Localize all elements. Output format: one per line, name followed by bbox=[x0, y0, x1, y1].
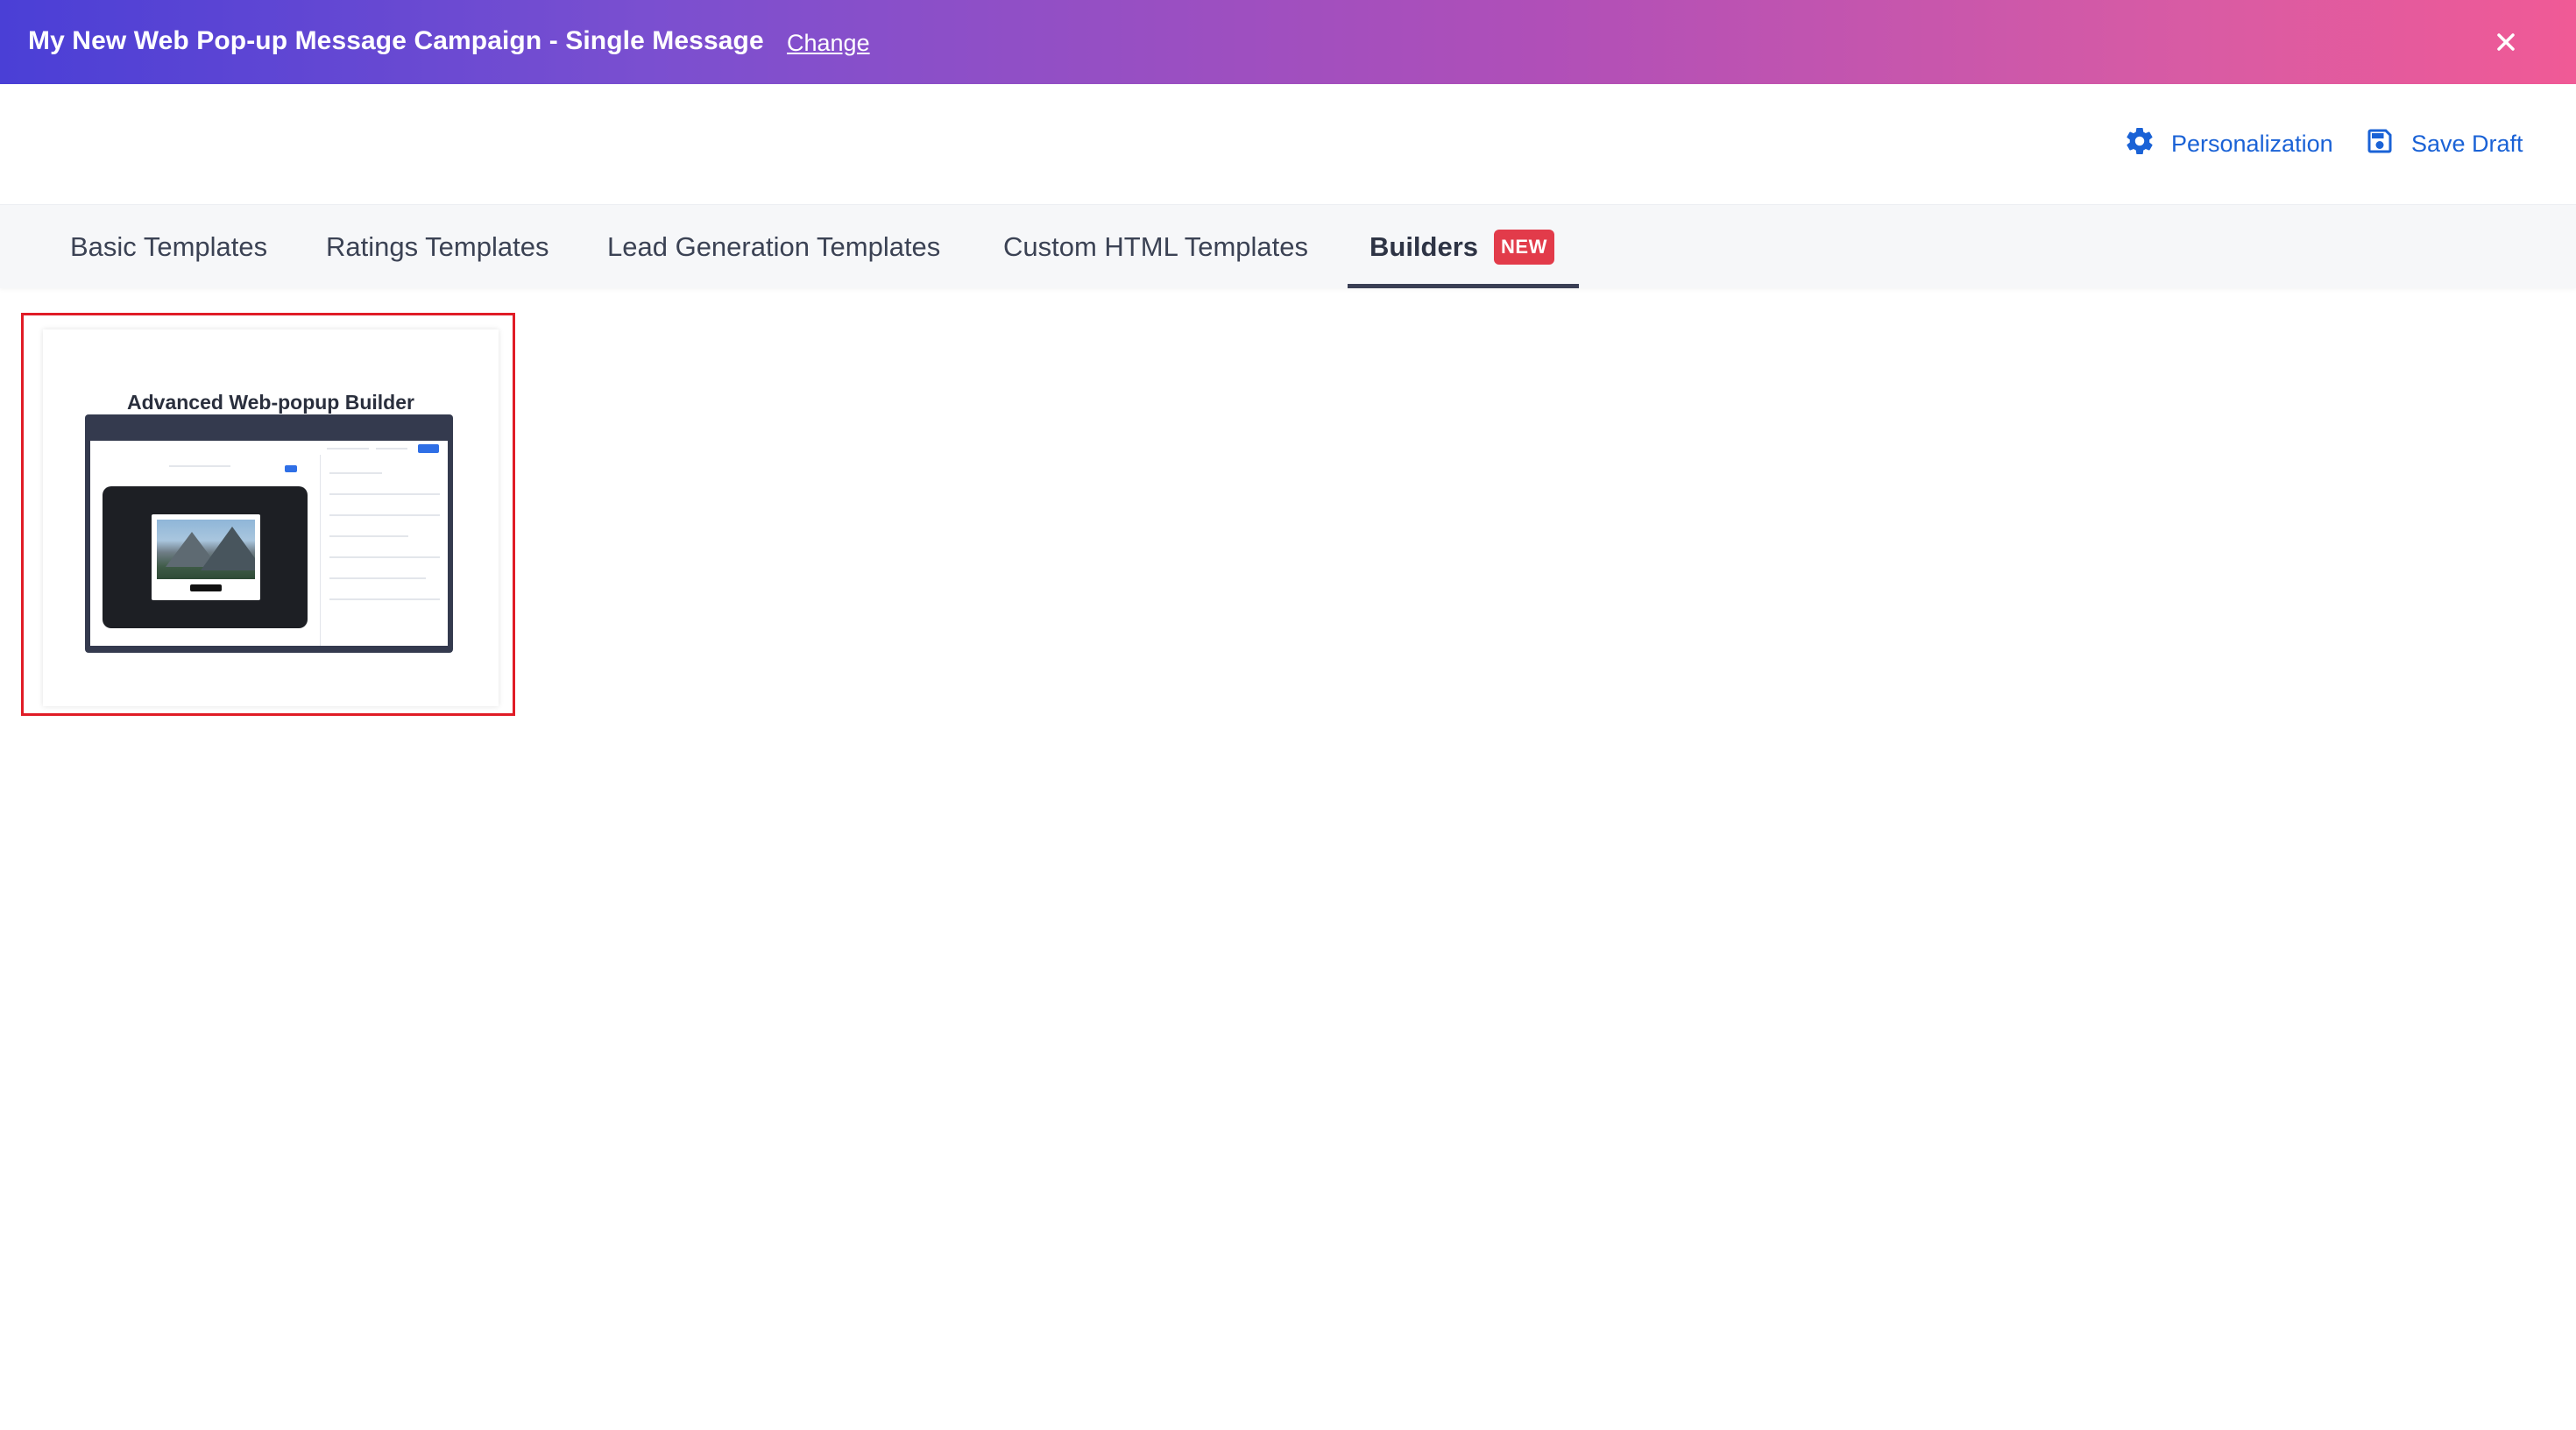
preview-settings-panel bbox=[320, 455, 448, 646]
template-tabs: Basic Templates Ratings Templates Lead G… bbox=[0, 204, 2576, 288]
tab-basic-templates[interactable]: Basic Templates bbox=[70, 205, 267, 289]
personalization-label: Personalization bbox=[2171, 130, 2333, 157]
template-card-selected[interactable]: Advanced Web-popup Builder bbox=[21, 313, 515, 716]
tab-custom-html-templates[interactable]: Custom HTML Templates bbox=[1003, 205, 1308, 289]
tab-builders[interactable]: Builders NEW bbox=[1369, 205, 1554, 289]
new-badge: NEW bbox=[1494, 230, 1554, 265]
builder-preview-thumbnail bbox=[85, 414, 453, 653]
preview-popup bbox=[152, 514, 260, 600]
action-bar: Personalization Save Draft bbox=[0, 84, 2576, 204]
save-draft-label: Save Draft bbox=[2411, 130, 2523, 157]
save-draft-button[interactable]: Save Draft bbox=[2364, 124, 2523, 163]
mountain-image bbox=[157, 520, 255, 579]
template-card-title: Advanced Web-popup Builder bbox=[127, 391, 414, 414]
campaign-header: My New Web Pop-up Message Campaign - Sin… bbox=[0, 0, 2576, 84]
preview-screen bbox=[90, 441, 448, 646]
tab-ratings-templates[interactable]: Ratings Templates bbox=[326, 205, 548, 289]
floppy-disk-icon bbox=[2364, 125, 2396, 163]
change-link[interactable]: Change bbox=[787, 30, 870, 57]
campaign-title: My New Web Pop-up Message Campaign - Sin… bbox=[28, 26, 764, 55]
tab-lead-generation-templates[interactable]: Lead Generation Templates bbox=[607, 205, 940, 289]
close-icon[interactable] bbox=[2488, 25, 2523, 60]
active-tab-indicator bbox=[1348, 284, 1579, 288]
tab-builders-label: Builders bbox=[1369, 231, 1479, 262]
gear-icon bbox=[2124, 125, 2155, 163]
personalization-button[interactable]: Personalization bbox=[2124, 124, 2333, 163]
template-card[interactable]: Advanced Web-popup Builder bbox=[43, 329, 499, 706]
preview-dark-canvas bbox=[103, 486, 308, 628]
